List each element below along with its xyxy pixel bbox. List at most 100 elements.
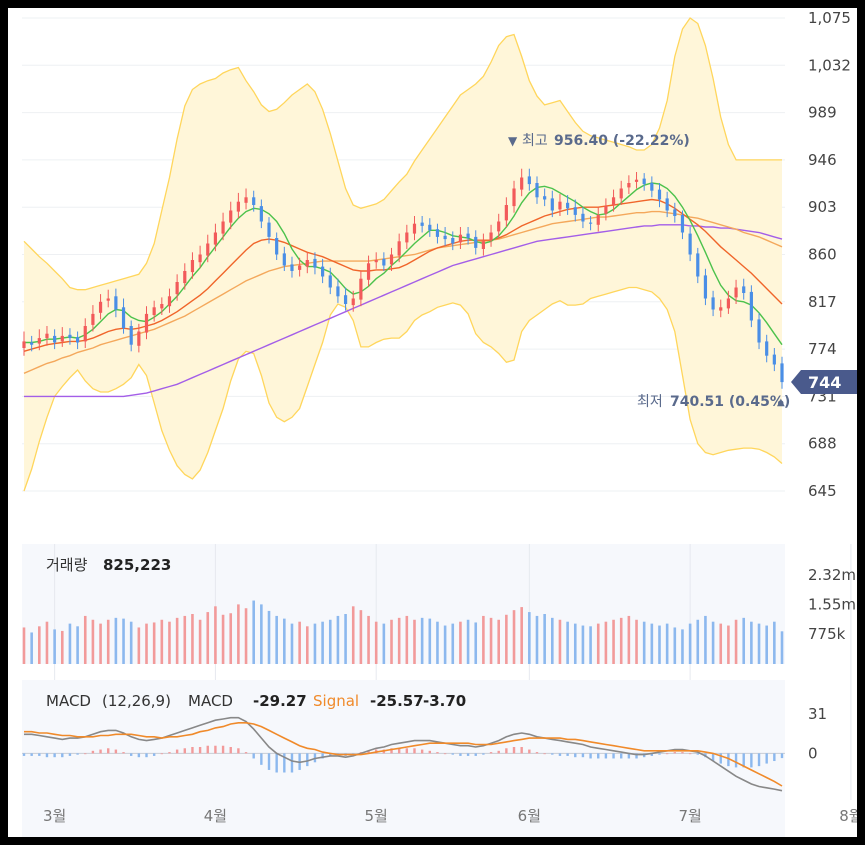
candle-body xyxy=(298,265,302,270)
candle-body xyxy=(290,264,294,271)
volume-bar xyxy=(221,614,225,664)
volume-bar xyxy=(420,617,424,664)
candle-body xyxy=(535,183,539,198)
candle-body xyxy=(573,207,577,215)
current-price-tag: 744 xyxy=(791,370,857,394)
volume-bar xyxy=(512,610,516,664)
volume-bar xyxy=(727,625,730,664)
candle-body xyxy=(734,287,738,298)
candle-body xyxy=(68,334,72,339)
volume-bar xyxy=(53,629,56,664)
macd-histogram-bar xyxy=(84,753,87,755)
candle-body xyxy=(634,179,639,182)
candle-body xyxy=(244,197,248,203)
macd-histogram-bar xyxy=(214,745,217,754)
low-label: 최저 xyxy=(637,394,663,410)
candle-body xyxy=(696,253,700,277)
candle-body xyxy=(703,275,708,299)
candle-body xyxy=(366,263,371,280)
macd-y-axis: 31 0 xyxy=(808,705,827,763)
macd-histogram-bar xyxy=(152,753,156,756)
volume-bar xyxy=(60,630,64,664)
candle-body xyxy=(198,254,202,263)
candle-body xyxy=(144,313,149,333)
candle-body xyxy=(282,253,286,266)
candle-body xyxy=(351,298,355,306)
macd-histogram-bar xyxy=(597,753,600,759)
volume-bar xyxy=(704,615,707,664)
volume-bar xyxy=(589,626,592,664)
stock-chart[interactable]: 1,0751,032989946903860817774731688645 ▼ … xyxy=(8,8,863,837)
candle-body xyxy=(83,326,87,342)
volume-bar xyxy=(183,615,187,664)
volume-bar xyxy=(405,615,409,664)
macd-histogram-bar xyxy=(45,753,49,758)
candle-body xyxy=(343,295,348,304)
volume-bar xyxy=(719,623,723,664)
macd-histogram-bar xyxy=(405,748,409,754)
macd-legend: MACD (12,26,9) MACD -29.27 Signal -25.57… xyxy=(46,692,466,710)
candle-body xyxy=(650,183,654,191)
macd-histogram-bar xyxy=(244,752,248,754)
volume-bar xyxy=(175,617,179,664)
volume-bar xyxy=(642,621,646,664)
volume-bar xyxy=(206,612,210,664)
candle-body xyxy=(160,304,164,309)
macd-histogram-bar xyxy=(673,752,677,754)
volume-bar xyxy=(68,623,72,664)
high-value: 956.40 (-22.22%) xyxy=(554,133,690,149)
candle-body xyxy=(321,266,325,277)
macd-histogram-bar xyxy=(459,753,462,756)
candle-body xyxy=(611,197,616,205)
volume-bar xyxy=(558,619,562,664)
volume-bar xyxy=(237,604,240,664)
price-tick-label: 688 xyxy=(808,435,837,453)
volume-bar xyxy=(757,623,761,664)
volume-bar xyxy=(466,619,470,664)
candle-body xyxy=(213,232,218,245)
volume-bar xyxy=(214,606,217,664)
candle-body xyxy=(657,189,662,200)
candle-body xyxy=(221,221,225,234)
volume-bar xyxy=(750,621,753,664)
candle-body xyxy=(121,307,126,329)
candle-body xyxy=(765,341,769,356)
macd-params: (12,26,9) xyxy=(102,692,171,710)
volume-bar xyxy=(619,617,623,664)
macd-histogram-bar xyxy=(482,753,485,755)
price-y-axis: 1,0751,032989946903860817774731688645 xyxy=(808,9,851,500)
macd-histogram-bar xyxy=(474,753,477,756)
month-label: 8월 xyxy=(839,807,857,825)
volume-bar xyxy=(390,619,393,664)
month-label: 5월 xyxy=(365,807,388,825)
macd-histogram-bar xyxy=(22,753,26,756)
macd-tick-label: 31 xyxy=(808,705,827,723)
volume-bar xyxy=(351,606,355,664)
candle-body xyxy=(267,222,271,237)
volume-bar xyxy=(382,623,386,664)
volume-bar xyxy=(780,631,784,664)
macd-line-value: -29.27 xyxy=(253,692,307,710)
volume-bar xyxy=(290,623,294,664)
macd-histogram-bar xyxy=(750,753,753,768)
month-label: 6월 xyxy=(518,807,541,825)
volume-bar xyxy=(443,625,447,664)
macd-histogram-bar xyxy=(413,748,416,754)
volume-bar xyxy=(160,619,164,664)
price-tick-label: 645 xyxy=(808,482,837,500)
macd-histogram-bar xyxy=(198,747,202,754)
candle-body xyxy=(604,206,608,214)
candle-body xyxy=(75,337,80,343)
volume-bar xyxy=(612,619,615,664)
month-label: 3월 xyxy=(43,807,66,825)
volume-bar xyxy=(198,619,202,664)
macd-histogram-bar xyxy=(505,748,508,754)
candle-body xyxy=(114,296,118,310)
volume-bar xyxy=(252,600,255,664)
volume-bar xyxy=(551,617,554,664)
price-tick-label: 774 xyxy=(808,340,837,358)
volume-bar xyxy=(681,629,684,664)
volume-bar xyxy=(474,622,478,664)
volume-bar xyxy=(451,623,455,664)
candle-body xyxy=(527,176,531,185)
